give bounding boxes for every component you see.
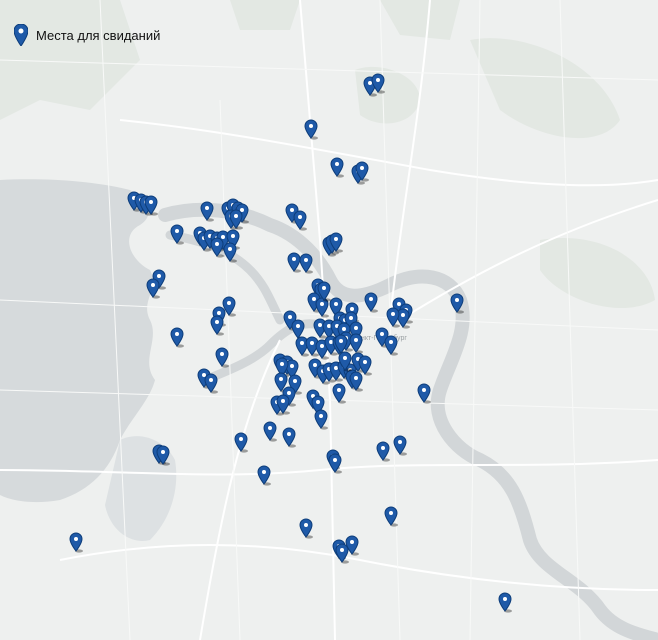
map-pin-icon <box>14 24 28 46</box>
legend: Места для свиданий <box>14 24 160 46</box>
legend-label: Места для свиданий <box>36 27 161 43</box>
city-map[interactable]: Санкт-Петербург <box>0 0 658 640</box>
